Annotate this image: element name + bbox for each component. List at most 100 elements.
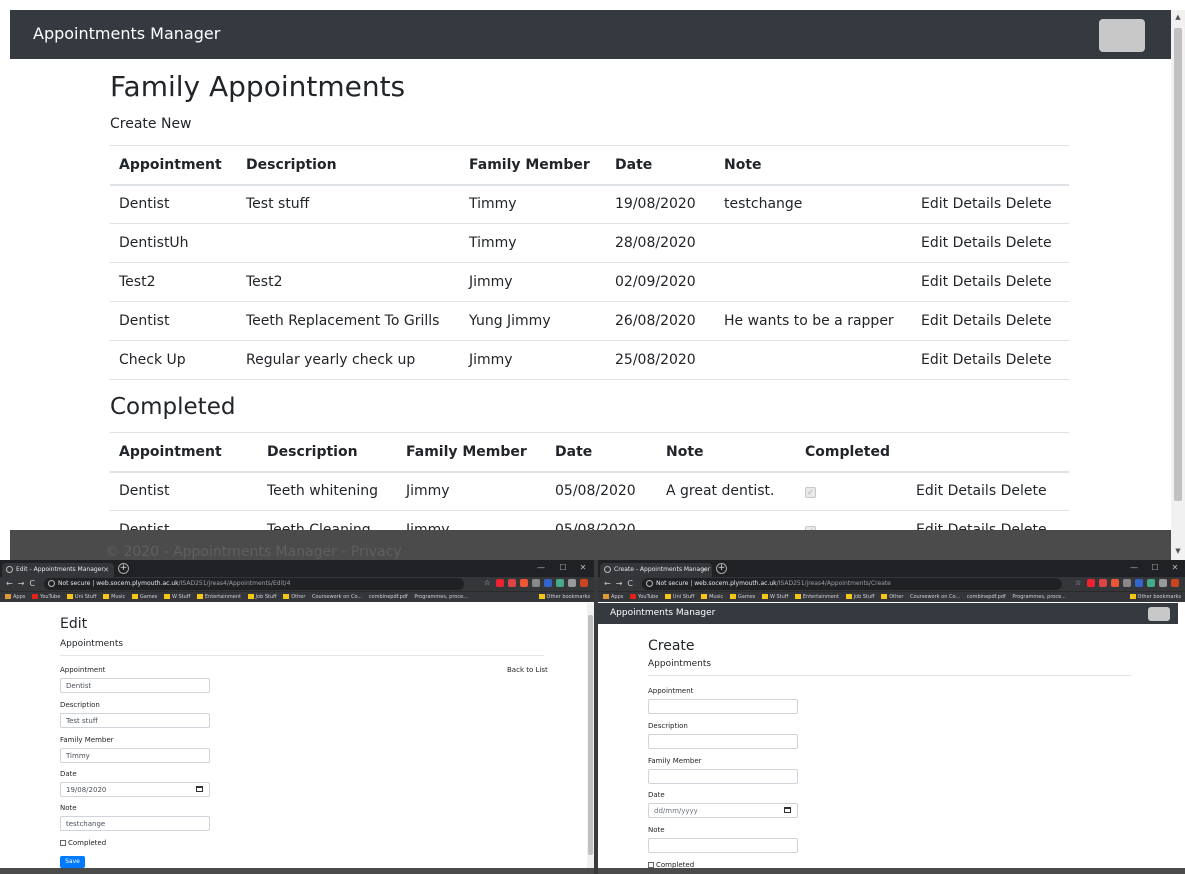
profile-icon[interactable] [580, 579, 588, 587]
star-icon[interactable]: ☆ [484, 579, 492, 587]
close-window-icon[interactable]: ✕ [1164, 561, 1185, 575]
star-icon[interactable]: ☆ [1075, 579, 1083, 587]
edit-link[interactable]: Edit [921, 274, 948, 290]
edit-link[interactable]: Edit [921, 196, 948, 212]
calendar-icon[interactable] [196, 786, 203, 792]
bookmark-apps[interactable]: Apps [5, 592, 25, 602]
forward-arrow-icon[interactable]: → [18, 579, 30, 588]
extension-icon[interactable] [1111, 579, 1119, 587]
bookmark-folder[interactable]: W Stuff [761, 592, 788, 602]
info-icon[interactable] [646, 580, 653, 587]
extension-icon[interactable] [1123, 579, 1131, 587]
bookmark-link[interactable]: Programmes, proce... [414, 592, 468, 602]
inner-scrollbar[interactable] [587, 603, 594, 868]
bookmark-folder[interactable]: Games [729, 592, 755, 602]
browser-tab[interactable]: Create - Appointments Manager ✕ [600, 563, 712, 577]
date-input[interactable] [648, 803, 798, 818]
inner-navbar-toggler-button[interactable] [1148, 607, 1170, 621]
delete-link[interactable]: Delete [1001, 483, 1047, 499]
inner-scroll-thumb[interactable] [588, 615, 593, 855]
inner-navbar-brand[interactable]: Appointments Manager [610, 608, 715, 618]
delete-link[interactable]: Delete [1006, 274, 1052, 290]
minimize-icon[interactable]: — [530, 561, 552, 575]
details-link[interactable]: Details [953, 274, 1002, 290]
bookmark-folder[interactable]: Other [881, 592, 903, 602]
bookmark-folder[interactable]: Uni Stuff [664, 592, 694, 602]
description-input[interactable] [60, 713, 210, 728]
bookmark-folder[interactable]: Other [283, 592, 305, 602]
delete-link[interactable]: Delete [1006, 313, 1052, 329]
address-bar[interactable]: Not secure | web.socem.plymouth.ac.uk/IS… [44, 578, 464, 590]
bookmark-link[interactable]: Coursework on Co... [312, 592, 362, 602]
completed-checkbox-row[interactable]: Completed [60, 839, 106, 847]
extension-icon[interactable] [496, 579, 504, 587]
bookmark-link[interactable]: Coursework on Co... [910, 592, 960, 602]
date-input[interactable] [60, 782, 210, 797]
extension-icon[interactable] [1147, 579, 1155, 587]
close-tab-icon[interactable]: ✕ [701, 563, 707, 577]
maximize-icon[interactable]: ☐ [1144, 561, 1166, 575]
bookmark-folder[interactable]: Music [103, 592, 125, 602]
bookmark-folder[interactable]: Job Stuff [845, 592, 875, 602]
extension-icon[interactable] [544, 579, 552, 587]
new-tab-icon[interactable]: + [118, 563, 129, 574]
delete-link[interactable]: Delete [1006, 196, 1052, 212]
bookmark-link[interactable]: combinepdf.pdf [369, 592, 408, 602]
bookmark-link[interactable]: Programmes, proce... [1012, 592, 1066, 602]
edit-link[interactable]: Edit [921, 235, 948, 251]
details-link[interactable]: Details [953, 352, 1002, 368]
completed-checkbox[interactable] [60, 840, 66, 846]
extension-icon[interactable] [532, 579, 540, 587]
bookmark-youtube[interactable]: YouTube [31, 592, 60, 602]
other-bookmarks[interactable]: Other bookmarks [1129, 592, 1181, 602]
delete-link[interactable]: Delete [1006, 352, 1052, 368]
details-link[interactable]: Details [953, 313, 1002, 329]
new-tab-icon[interactable]: + [716, 563, 727, 574]
bookmark-youtube[interactable]: YouTube [629, 592, 658, 602]
extension-icon[interactable] [556, 579, 564, 587]
bookmark-folder[interactable]: Job Stuff [247, 592, 277, 602]
extension-icon[interactable] [1099, 579, 1107, 587]
minimize-icon[interactable]: — [1123, 561, 1145, 575]
scroll-thumb[interactable] [1174, 28, 1182, 501]
edit-link[interactable]: Edit [921, 352, 948, 368]
scroll-down-arrow-icon[interactable]: ▼ [1171, 547, 1185, 555]
forward-arrow-icon[interactable]: → [616, 579, 628, 588]
browser-tab[interactable]: Edit - Appointments Manager ✕ [2, 563, 114, 577]
bookmark-link[interactable]: combinepdf.pdf [967, 592, 1006, 602]
edit-link[interactable]: Edit [921, 313, 948, 329]
calendar-icon[interactable] [784, 807, 791, 813]
extension-icon[interactable] [1087, 579, 1095, 587]
details-link[interactable]: Details [953, 235, 1002, 251]
extension-icon[interactable] [508, 579, 516, 587]
save-button[interactable]: Save [60, 856, 85, 868]
note-input[interactable] [60, 816, 210, 831]
bookmark-folder[interactable]: Uni Stuff [66, 592, 96, 602]
appointment-input[interactable] [60, 678, 210, 693]
reload-icon[interactable]: C [627, 579, 638, 588]
bookmark-apps[interactable]: Apps [603, 592, 623, 602]
description-input[interactable] [648, 734, 798, 749]
family-member-input[interactable] [648, 769, 798, 784]
navbar-brand[interactable]: Appointments Manager [33, 24, 220, 43]
extension-icon[interactable] [568, 579, 576, 587]
reload-icon[interactable]: C [29, 579, 40, 588]
scroll-up-arrow-icon[interactable]: ▲ [1171, 13, 1185, 21]
address-bar[interactable]: Not secure | web.socem.plymouth.ac.uk/IS… [642, 578, 1062, 590]
delete-link[interactable]: Delete [1006, 235, 1052, 251]
back-to-list-link[interactable]: Back to List [507, 666, 548, 674]
details-link[interactable]: Details [948, 483, 997, 499]
navbar-toggler-button[interactable] [1099, 19, 1145, 52]
create-new-link[interactable]: Create New [110, 116, 192, 132]
appointment-input[interactable] [648, 699, 798, 714]
info-icon[interactable] [48, 580, 55, 587]
bookmark-folder[interactable]: W Stuff [163, 592, 190, 602]
details-link[interactable]: Details [953, 196, 1002, 212]
family-member-input[interactable] [60, 748, 210, 763]
bookmark-folder[interactable]: Entertainment [196, 592, 241, 602]
maximize-icon[interactable]: ☐ [552, 561, 574, 575]
bookmark-folder[interactable]: Games [131, 592, 157, 602]
close-tab-icon[interactable]: ✕ [103, 563, 109, 577]
extension-icon[interactable] [1135, 579, 1143, 587]
vertical-scrollbar[interactable]: ▲ ▼ [1171, 10, 1185, 560]
